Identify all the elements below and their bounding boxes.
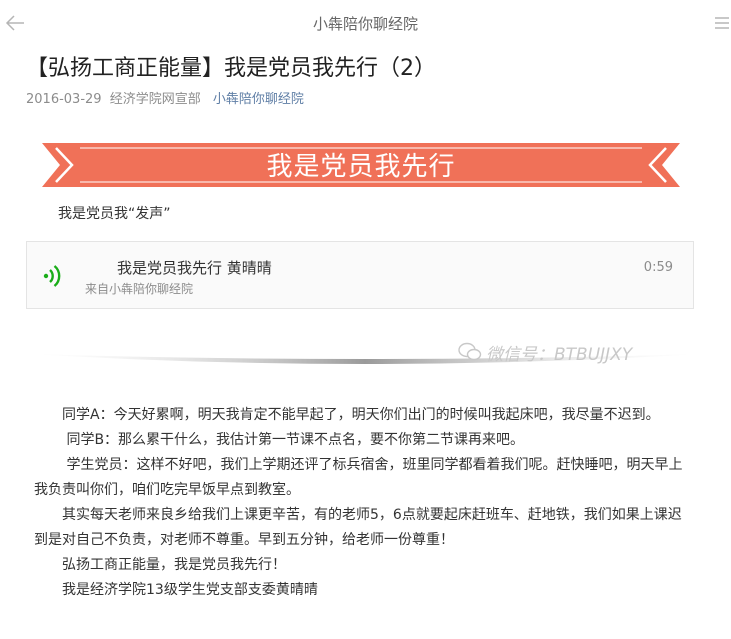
account-link[interactable]: 小犇陪你聊经院 xyxy=(213,92,304,107)
menu-icon[interactable] xyxy=(714,15,730,31)
article-body: 同学A：今天好累啊，明天我肯定不能早起了，明天你们出门的时候叫我起床吧，我尽量不… xyxy=(34,403,686,603)
article-meta: 2016-03-29 经济学院网宣部 小犇陪你聊经院 xyxy=(26,88,308,107)
intro-text: 我是党员我“发声” xyxy=(58,206,171,222)
top-bar: 小犇陪你聊经院 xyxy=(0,0,731,46)
paragraph: 同学A：今天好累啊，明天我肯定不能早起了，明天你们出门的时候叫我起床吧，我尽量不… xyxy=(34,407,660,423)
audio-duration: 0:59 xyxy=(643,260,673,275)
account-title: 小犇陪你聊经院 xyxy=(312,15,418,33)
author: 经济学院网宣部 xyxy=(109,92,201,107)
paragraph: 同学B：那么累干什么，我估计第一节课不点名，要不你第二节课再来吧。 xyxy=(34,432,525,448)
publish-date: 2016-03-29 xyxy=(26,92,102,107)
article-title: 【弘扬工商正能量】我是党员我先行（2） xyxy=(26,56,436,81)
banner-text: 我是党员我先行 xyxy=(266,152,456,182)
audio-wave-icon[interactable] xyxy=(41,264,65,288)
audio-source: 来自小犇陪你聊经院 xyxy=(85,282,194,296)
paragraph: 学生党员：这样不好吧，我们上学期还评了标兵宿舍，班里同学都看着我们呢。赶快睡吧，… xyxy=(34,457,683,498)
wechat-id-text: 微信号：BTBUJJXY xyxy=(486,345,633,365)
wechat-icon xyxy=(458,342,482,361)
wechat-watermark: 微信号：BTBUJJXY xyxy=(458,340,678,365)
audio-player[interactable]: 我是党员我先行 黄晴晴 来自小犇陪你聊经院 0:59 xyxy=(26,241,694,309)
audio-title: 我是党员我先行 黄晴晴 xyxy=(117,259,272,277)
paragraph: 我是经济学院13级学生党支部支委黄晴晴 xyxy=(34,582,318,598)
paragraph: 弘扬工商正能量，我是党员我先行！ xyxy=(34,557,286,573)
paragraph: 其实每天老师来良乡给我们上课更辛苦，有的老师5，6点就要起床赶班车、赶地铁，我们… xyxy=(34,507,682,548)
